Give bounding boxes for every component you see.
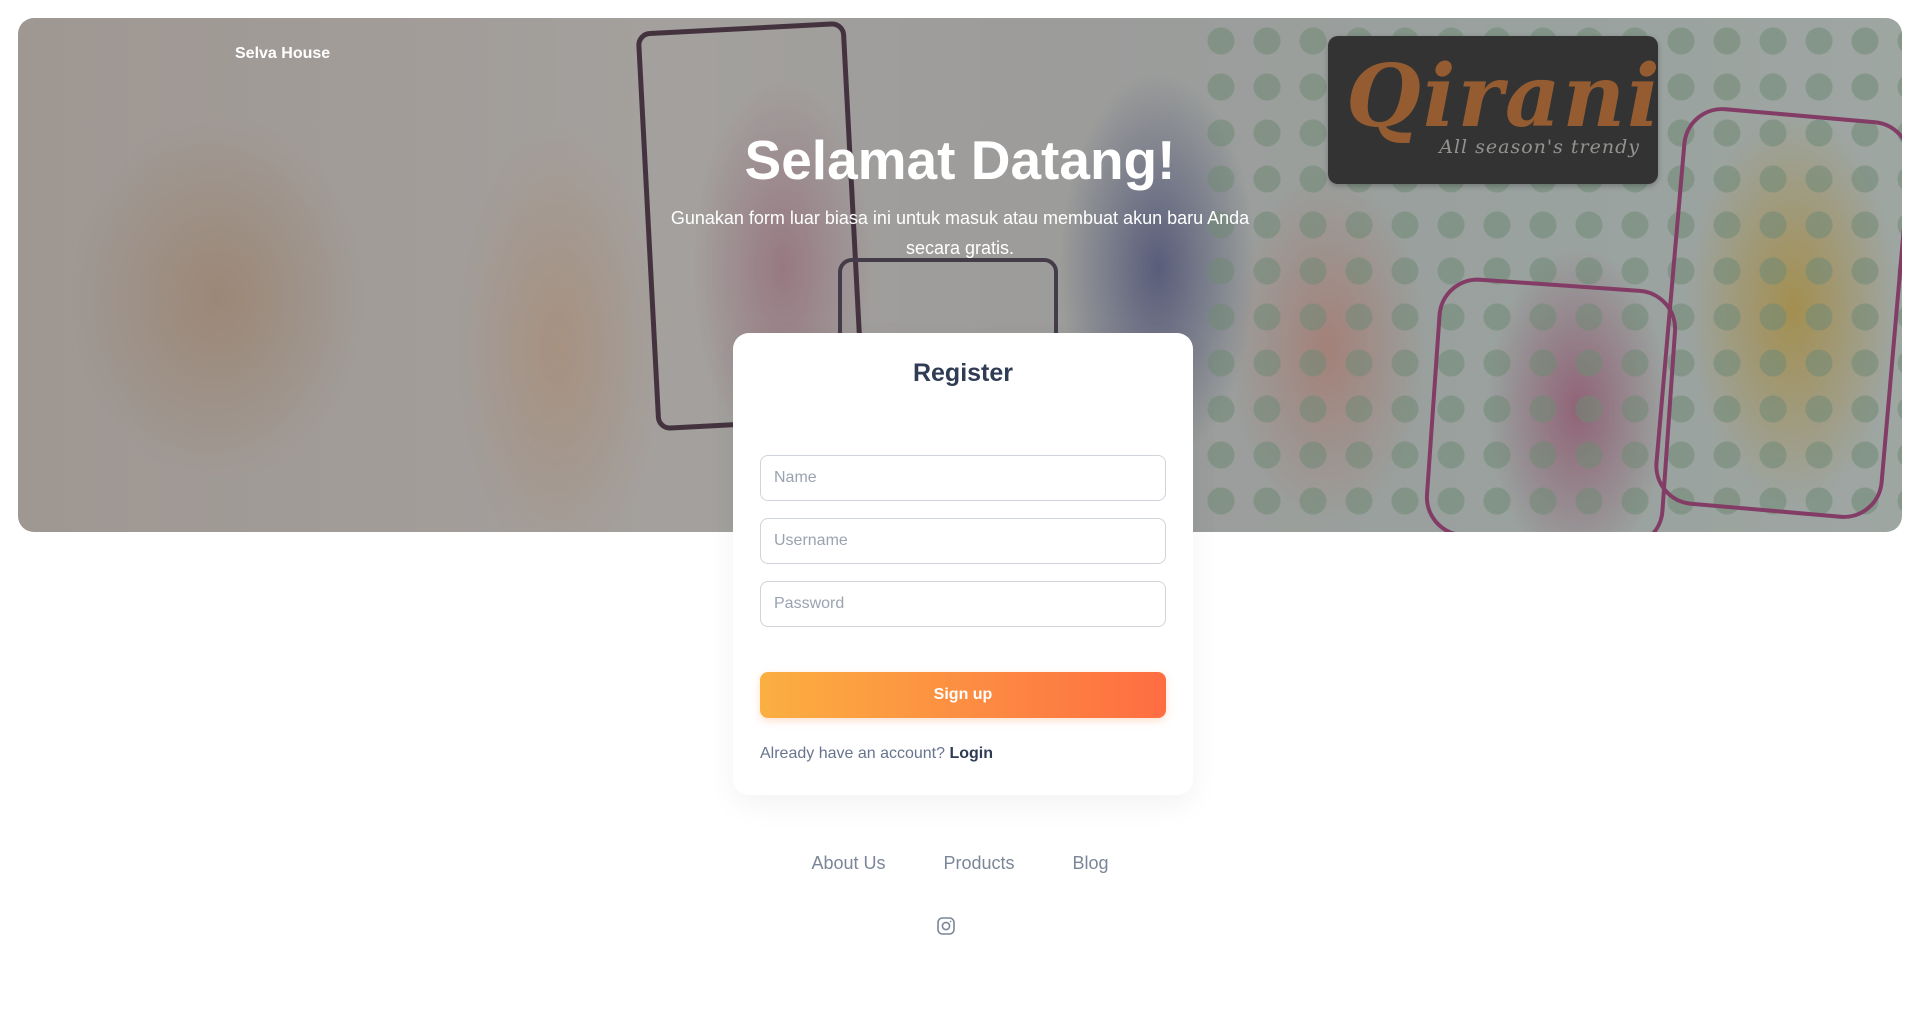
footer-link-products[interactable]: Products (943, 853, 1014, 874)
login-prompt: Already have an account? Login (760, 745, 993, 763)
page-subtitle: Gunakan form luar biasa ini untuk masuk … (670, 208, 1250, 258)
login-prompt-text: Already have an account? (760, 745, 946, 762)
name-input[interactable] (760, 455, 1166, 501)
password-input[interactable] (760, 581, 1166, 627)
page-title: Selamat Datang! (744, 129, 1176, 191)
footer-link-about-us[interactable]: About Us (811, 853, 885, 874)
brand-name[interactable]: Selva House (235, 45, 330, 63)
instagram-icon[interactable] (936, 916, 956, 936)
register-title: Register (912, 359, 1014, 387)
signup-button[interactable]: Sign up (760, 672, 1166, 718)
register-card: Register Sign up Already have an account… (733, 333, 1193, 795)
login-link[interactable]: Login (949, 745, 993, 762)
username-input[interactable] (760, 518, 1166, 564)
footer-nav: About Us Products Blog (0, 853, 1920, 874)
footer-link-blog[interactable]: Blog (1073, 853, 1109, 874)
